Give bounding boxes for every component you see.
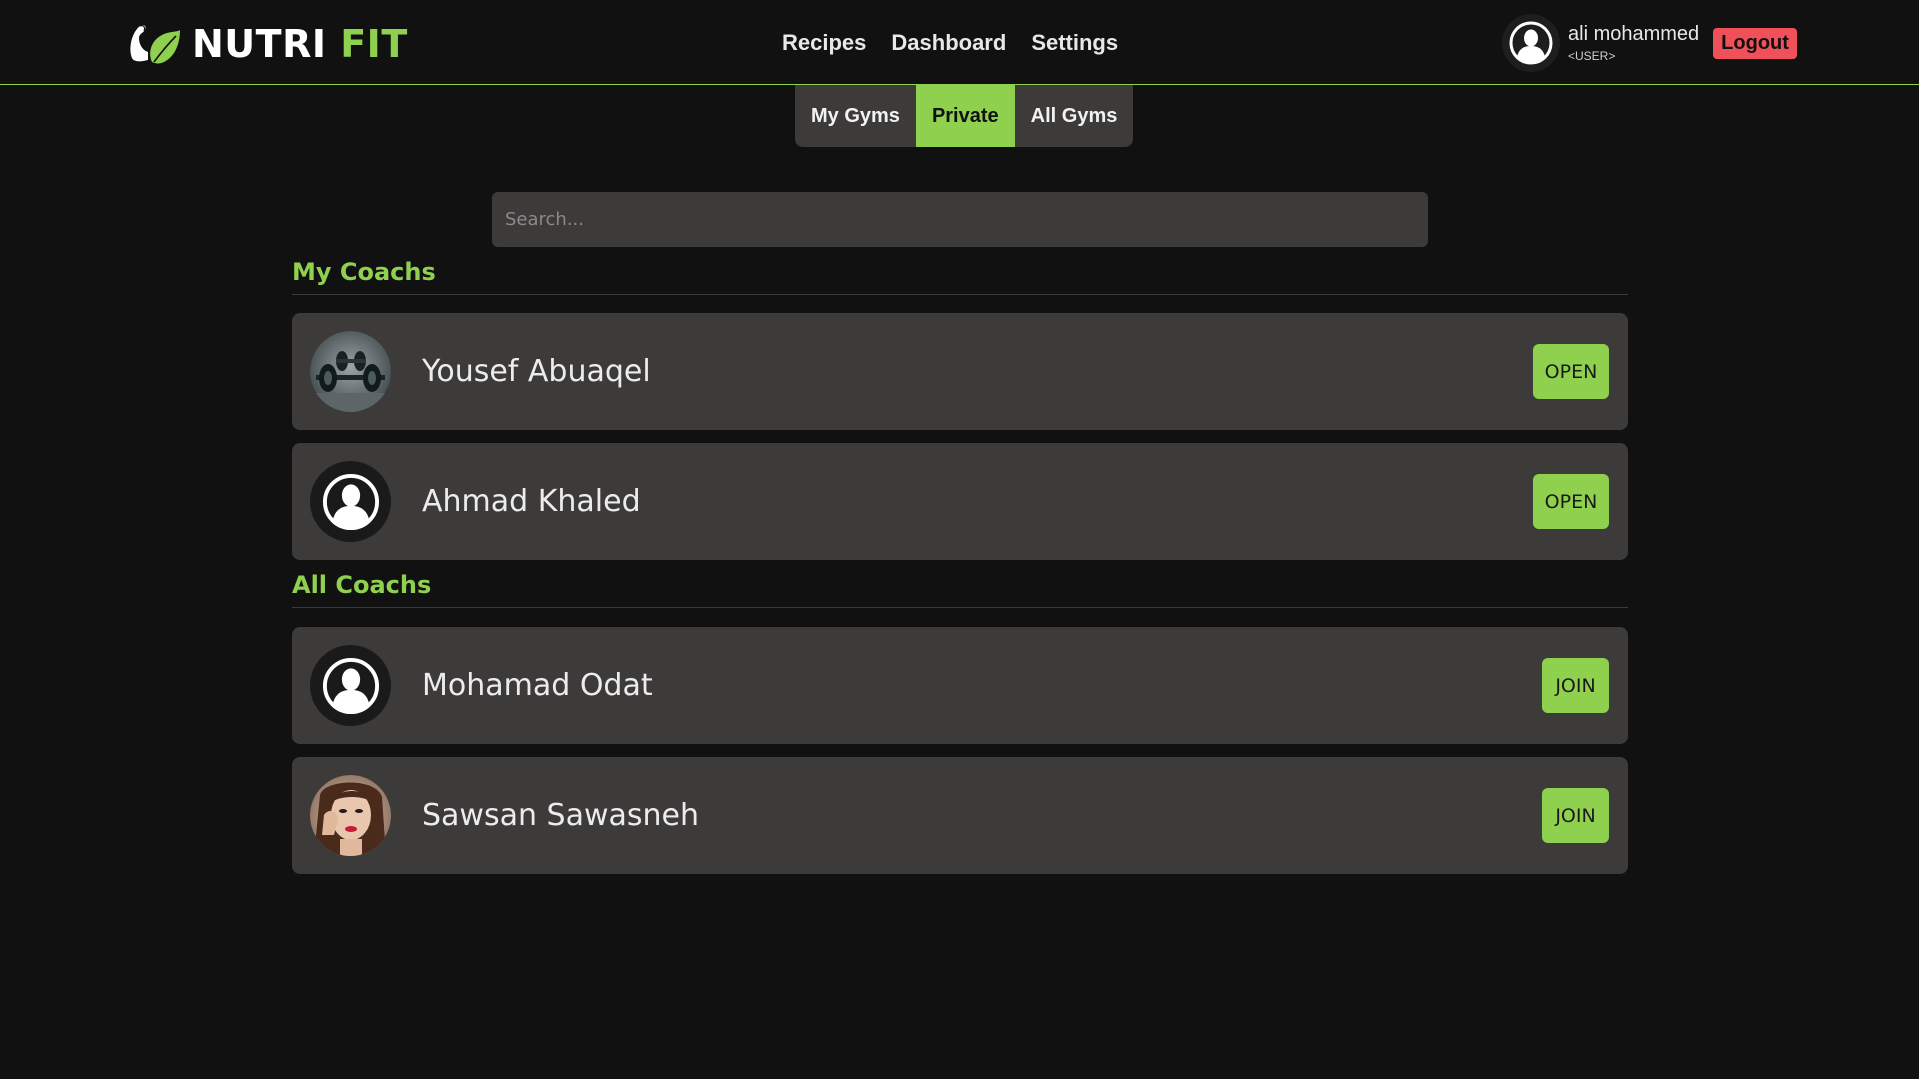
coach-avatar-portrait xyxy=(310,775,391,856)
flexed-arm-leaf-icon xyxy=(130,25,180,64)
join-button[interactable]: JOIN xyxy=(1542,658,1609,713)
coach-avatar-default xyxy=(310,645,391,726)
user-role: <USER> xyxy=(1568,48,1616,63)
user-menu: ali mohammed <USER> Logout xyxy=(1502,14,1797,72)
logout-button[interactable]: Logout xyxy=(1713,27,1797,59)
open-button[interactable]: OPEN xyxy=(1533,344,1609,399)
open-button[interactable]: OPEN xyxy=(1533,474,1609,529)
woman-portrait-photo-icon xyxy=(310,775,391,856)
user-avatar[interactable] xyxy=(1502,14,1560,72)
brand-logo[interactable]: NUTRI FIT xyxy=(126,20,408,68)
logo-word-nutri: NUTRI xyxy=(192,22,327,66)
tab-my-gyms[interactable]: My Gyms xyxy=(795,85,916,147)
nav-settings[interactable]: Settings xyxy=(1031,24,1118,62)
coach-card: Sawsan Sawasneh JOIN xyxy=(292,757,1628,874)
main-nav: Recipes Dashboard Settings xyxy=(782,24,1118,62)
nav-dashboard[interactable]: Dashboard xyxy=(891,24,1006,62)
user-silhouette-icon xyxy=(322,473,379,530)
join-button[interactable]: JOIN xyxy=(1542,788,1609,843)
all-coachs-heading: All Coachs xyxy=(292,571,1628,608)
tab-all-gyms[interactable]: All Gyms xyxy=(1015,85,1134,147)
coach-name: Mohamad Odat xyxy=(422,668,653,703)
user-silhouette-icon xyxy=(1509,21,1553,65)
tab-private[interactable]: Private xyxy=(915,85,1015,147)
coach-avatar-default xyxy=(310,461,391,542)
user-silhouette-icon xyxy=(322,657,379,714)
coach-avatar-dumbbells xyxy=(310,331,391,412)
top-header: NUTRI FIT Recipes Dashboard Settings ali… xyxy=(0,0,1919,85)
my-coachs-heading: My Coachs xyxy=(292,258,1628,295)
coach-name: Sawsan Sawasneh xyxy=(422,798,699,833)
nav-recipes[interactable]: Recipes xyxy=(782,24,866,62)
coach-card: Yousef Abuaqel OPEN xyxy=(292,313,1628,430)
dumbbells-photo-icon xyxy=(310,331,391,412)
gym-tabs: My Gyms Private All Gyms xyxy=(795,85,1134,147)
user-name: ali mohammed xyxy=(1568,22,1700,45)
coach-name: Yousef Abuaqel xyxy=(422,354,651,389)
coach-name: Ahmad Khaled xyxy=(422,484,641,519)
search-input[interactable] xyxy=(492,192,1428,247)
logo-word-fit: FIT xyxy=(340,22,408,66)
coach-card: Ahmad Khaled OPEN xyxy=(292,443,1628,560)
coach-card: Mohamad Odat JOIN xyxy=(292,627,1628,744)
